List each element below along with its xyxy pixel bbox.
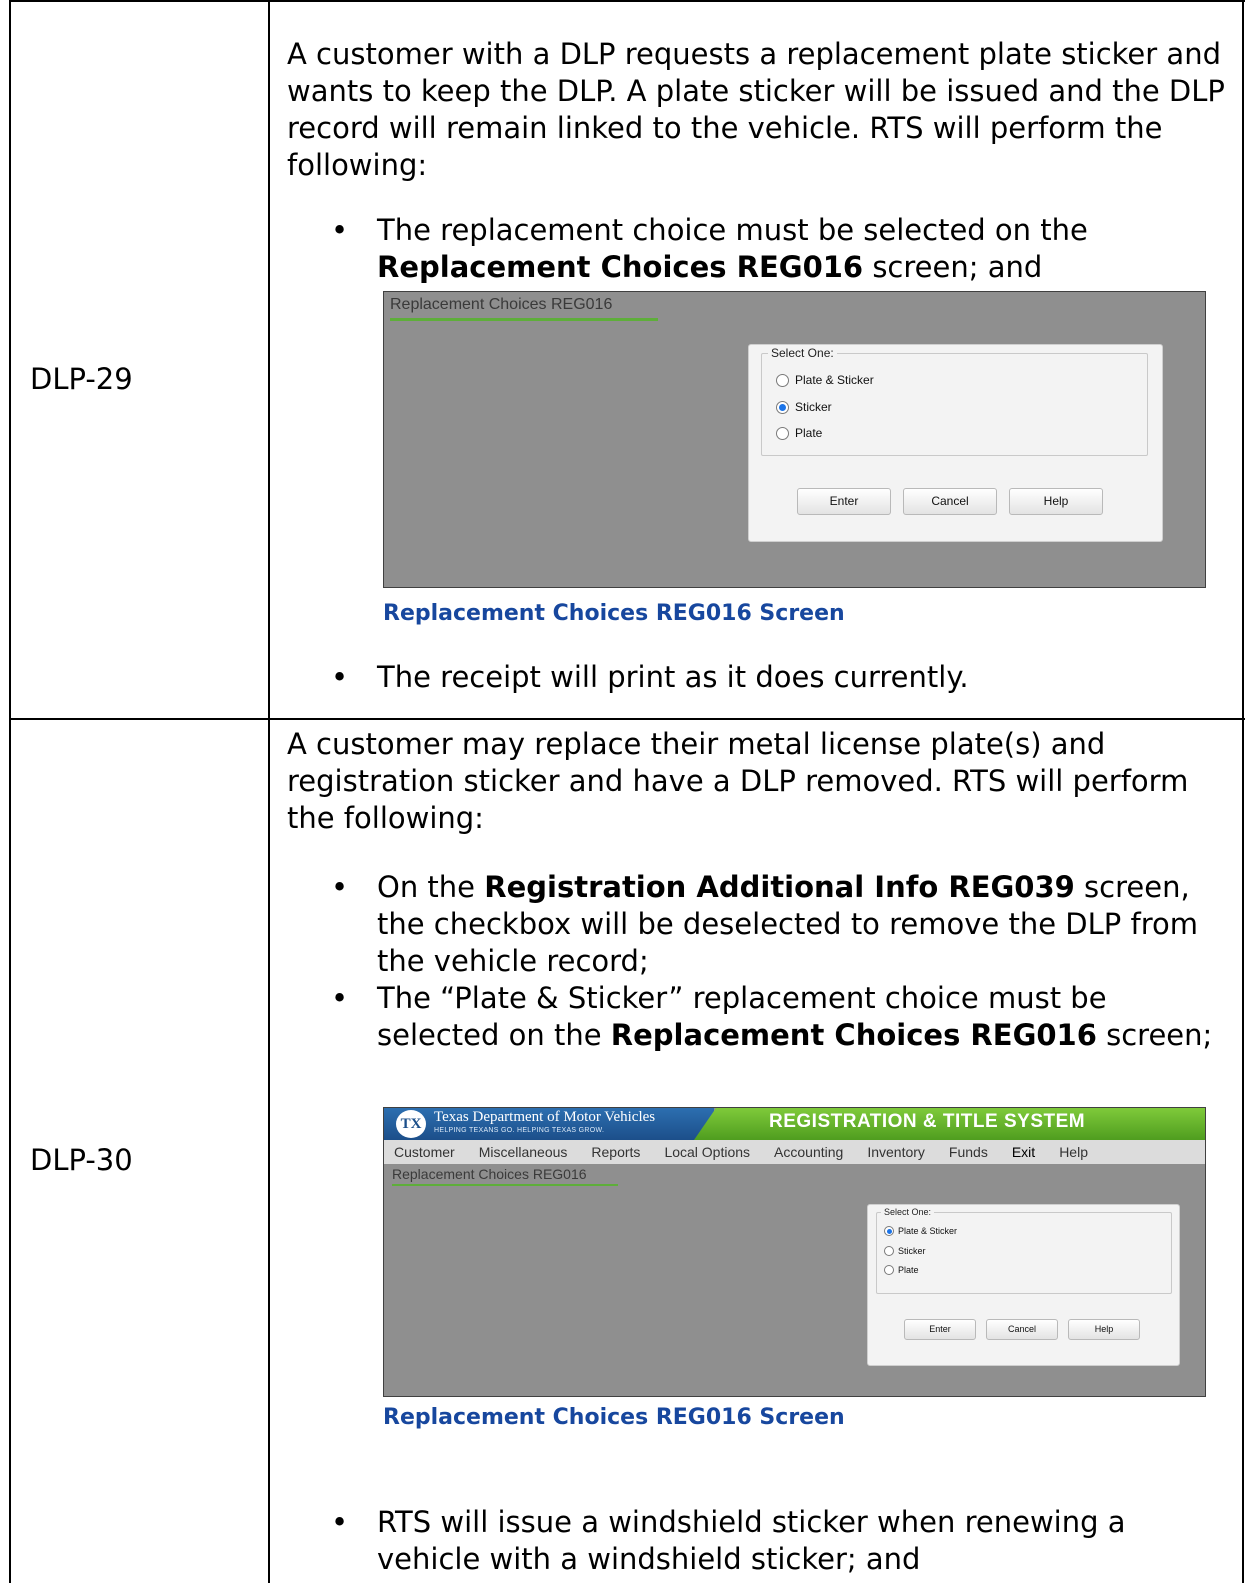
radio-icon[interactable] (776, 426, 789, 440)
header-agency-band: TX Texas Department of Motor Vehicles HE… (384, 1108, 714, 1140)
option-sticker[interactable]: Sticker (884, 1246, 926, 1256)
menu-inventory[interactable]: Inventory (867, 1144, 925, 1160)
help-button[interactable]: Help (1068, 1319, 1140, 1340)
dlp-29-bullet-2: The receipt will print as it does curren… (287, 659, 1227, 696)
table-border-right (1242, 0, 1244, 1583)
dlp-30-bullet-3: RTS will issue a windshield sticker when… (287, 1504, 1227, 1578)
dlp-30-intro: A customer may replace their metal licen… (287, 727, 1189, 835)
option-plate[interactable]: Plate (884, 1265, 919, 1275)
row-id-dlp-30: DLP-30 (30, 1143, 133, 1177)
menu-customer[interactable]: Customer (394, 1144, 455, 1160)
table-border-top (9, 0, 1245, 2)
dlp-29-bullet-1: The replacement choice must be selected … (287, 212, 1227, 286)
option-plate-sticker[interactable]: Plate & Sticker (776, 373, 874, 387)
title-underline (390, 318, 658, 321)
title-underline (392, 1184, 618, 1186)
dlp-30-figure-caption: Replacement Choices REG016 Screen (383, 1405, 845, 1430)
dlp-29-bullets-2: The receipt will print as it does curren… (287, 659, 1227, 696)
dlp-30-bullet-1: On the Registration Additional Info REG0… (287, 869, 1227, 980)
option-plate-sticker[interactable]: Plate & Sticker (884, 1226, 957, 1236)
table-border-left (9, 0, 11, 1583)
table-column-divider (268, 0, 270, 1583)
menu-help[interactable]: Help (1059, 1144, 1088, 1160)
agency-tagline: HELPING TEXANS GO. HELPING TEXAS GROW. (434, 1127, 605, 1134)
dlp-30-bullets: On the Registration Additional Info REG0… (287, 869, 1227, 1054)
option-sticker[interactable]: Sticker (776, 400, 832, 414)
screen-title: Replacement Choices REG016 (390, 296, 613, 313)
menu-reports[interactable]: Reports (591, 1144, 640, 1160)
dlp-30-bullet-2: The “Plate & Sticker” replacement choice… (287, 980, 1227, 1054)
enter-button[interactable]: Enter (797, 488, 891, 515)
select-one-group: Select One: Plate & Sticker Sticker Plat… (876, 1207, 1172, 1294)
radio-icon[interactable] (884, 1265, 894, 1275)
help-button[interactable]: Help (1009, 488, 1103, 515)
group-label: Select One: (768, 346, 837, 360)
dlp-29-intro: A customer with a DLP requests a replace… (287, 37, 1225, 182)
replacement-dialog: Select One: Plate & Sticker Sticker Plat… (748, 344, 1163, 542)
menu-bar: Customer Miscellaneous Reports Local Opt… (384, 1140, 1205, 1164)
radio-icon[interactable] (776, 373, 789, 387)
enter-button[interactable]: Enter (904, 1319, 976, 1340)
radio-selected-icon[interactable] (776, 400, 789, 414)
agency-name: Texas Department of Motor Vehicles (434, 1109, 656, 1125)
replacement-dialog: Select One: Plate & Sticker Sticker Plat… (867, 1204, 1180, 1366)
menu-exit[interactable]: Exit (1012, 1144, 1035, 1160)
menu-accounting[interactable]: Accounting (774, 1144, 843, 1160)
row-divider (9, 718, 1245, 720)
radio-icon[interactable] (884, 1246, 894, 1256)
cancel-button[interactable]: Cancel (903, 488, 997, 515)
option-plate[interactable]: Plate (776, 426, 822, 440)
select-one-group: Select One: Plate & Sticker Sticker Plat… (761, 346, 1148, 456)
cancel-button[interactable]: Cancel (986, 1319, 1058, 1340)
menu-funds[interactable]: Funds (949, 1144, 988, 1160)
menu-miscellaneous[interactable]: Miscellaneous (479, 1144, 568, 1160)
dlp-29-figure-caption: Replacement Choices REG016 Screen (383, 601, 845, 626)
screen-title: Replacement Choices REG016 (392, 1166, 587, 1182)
menu-local-options[interactable]: Local Options (664, 1144, 750, 1160)
txdmv-logo-icon: TX (396, 1110, 426, 1138)
dlp-29-bullets: The replacement choice must be selected … (287, 212, 1227, 286)
reg016-screenshot-2: TX Texas Department of Motor Vehicles HE… (383, 1107, 1206, 1397)
radio-selected-icon[interactable] (884, 1226, 894, 1236)
row-id-dlp-29: DLP-29 (30, 362, 133, 396)
group-label: Select One: (881, 1207, 935, 1217)
system-title: REGISTRATION & TITLE SYSTEM (769, 1111, 1086, 1132)
reg016-screenshot-1: Replacement Choices REG016 Select One: P… (383, 291, 1206, 588)
dlp-30-bullets-2: RTS will issue a windshield sticker when… (287, 1504, 1227, 1578)
